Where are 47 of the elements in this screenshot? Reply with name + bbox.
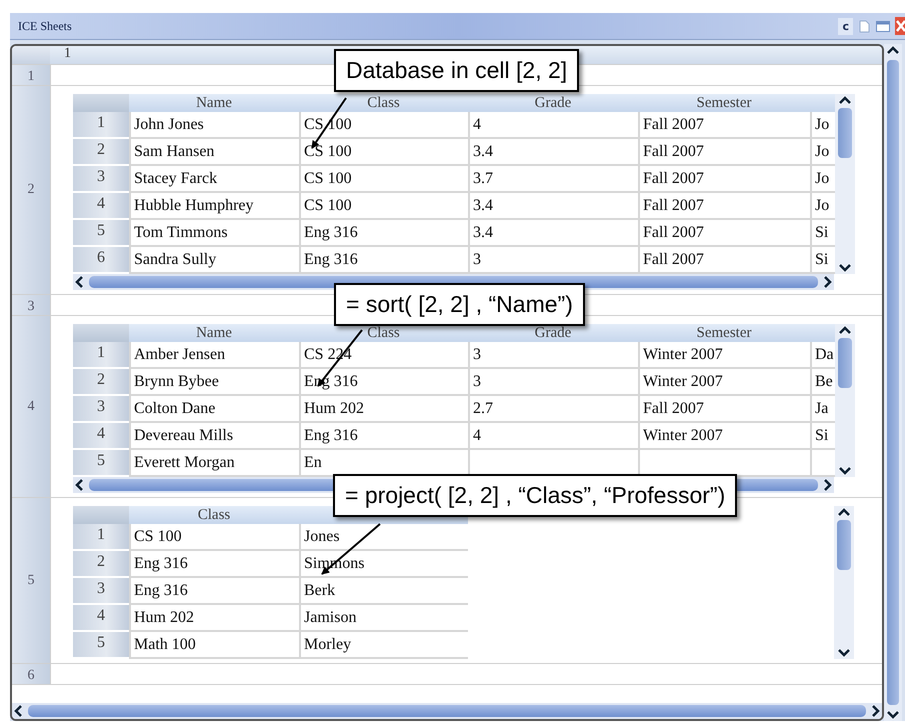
table-cell: Winter 2007 <box>638 423 810 450</box>
table-cell: 2.7 <box>468 396 638 423</box>
callout-tooltip: Database in cell [2, 2] <box>334 49 580 92</box>
table-cell: CS 100 <box>299 193 468 220</box>
table-cell: Stacey Farck <box>129 166 299 193</box>
table-cell: Sam Hansen <box>129 139 299 166</box>
table-cell: 3.7 <box>468 166 638 193</box>
table-cell: Fall 2007 <box>638 139 810 166</box>
table-cell: Eng 316 <box>129 578 299 605</box>
table-cell: 3.4 <box>468 139 638 166</box>
table-cell: CS 100 <box>129 524 299 551</box>
table-cell: Fall 2007 <box>638 112 810 139</box>
table-cell: Eng 316 <box>129 551 299 578</box>
table-cell: John Jones <box>129 112 299 139</box>
table-cell: 3 <box>468 342 638 369</box>
callout-tooltip: = sort( [2, 2] , “Name”) <box>334 283 585 326</box>
table-cell: 4 <box>468 112 638 139</box>
table-cell: Hubble Humphrey <box>129 193 299 220</box>
table-cell: Amber Jensen <box>129 342 299 369</box>
table-cell: 3.4 <box>468 220 638 247</box>
table-cell: Math 100 <box>129 632 299 659</box>
table-cell: Colton Dane <box>129 396 299 423</box>
table-cell: Winter 2007 <box>638 369 810 396</box>
table-cell: Eng 316 <box>299 423 468 450</box>
table-cell: CS 100 <box>299 166 468 193</box>
table-cell: Brynn Bybee <box>129 369 299 396</box>
table-cell: 3 <box>468 369 638 396</box>
table-cell: Hum 202 <box>299 396 468 423</box>
table-cell: Eng 316 <box>299 220 468 247</box>
table-cell: Fall 2007 <box>638 396 810 423</box>
table-cell: Fall 2007 <box>638 193 810 220</box>
table-cell: Fall 2007 <box>638 220 810 247</box>
table-cell: CS 100 <box>299 139 468 166</box>
table-cell: Jones <box>299 524 468 551</box>
table-cell: Winter 2007 <box>638 342 810 369</box>
table-cell: Tom Timmons <box>129 220 299 247</box>
table-cell: Berk <box>299 578 468 605</box>
table-cell: Fall 2007 <box>638 166 810 193</box>
table-cell: CS 100 <box>299 112 468 139</box>
table-cell: Hum 202 <box>129 605 299 632</box>
callout-tooltip: = project( [2, 2] , “Class”, “Professor”) <box>333 474 738 517</box>
window-title: ICE Sheets <box>17 18 72 34</box>
table-cell: 4 <box>468 423 638 450</box>
table-cell: Jamison <box>299 605 468 632</box>
table-cell: Morley <box>299 632 468 659</box>
table-cell: Devereau Mills <box>129 423 299 450</box>
table-cell: 3.4 <box>468 193 638 220</box>
